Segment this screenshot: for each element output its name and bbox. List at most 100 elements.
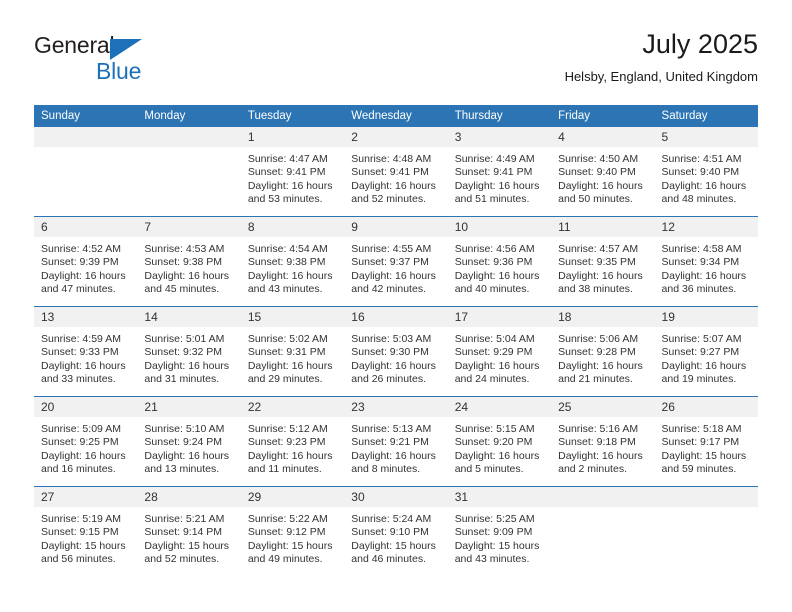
daylight-text: Daylight: 16 hours and 5 minutes. <box>454 449 540 476</box>
sunrise-text: Sunrise: 5:03 AM <box>351 333 432 345</box>
sunset-text: Sunset: 9:10 PM <box>351 526 429 539</box>
sunrise-text: Sunrise: 4:59 AM <box>41 333 121 345</box>
day-cell[interactable]: 4 Sunrise: 4:50 AM Sunset: 9:40 PM Dayli… <box>551 127 655 217</box>
day-cell[interactable]: 17 Sunrise: 5:04 AM Sunset: 9:29 PM Dayl… <box>447 306 552 397</box>
day-cell[interactable]: 11 Sunrise: 4:57 AM Sunset: 9:35 PM Dayl… <box>551 216 655 307</box>
calendar-page: General Blue July 2025 Helsby, England, … <box>0 0 792 612</box>
day-cell[interactable]: 5 Sunrise: 4:51 AM Sunset: 9:40 PM Dayli… <box>654 127 758 217</box>
day-cell[interactable]: 22 Sunrise: 5:12 AM Sunset: 9:23 PM Dayl… <box>240 396 345 487</box>
sunset-text: Sunset: 9:31 PM <box>247 346 326 359</box>
day-cell[interactable]: 16 Sunrise: 5:03 AM Sunset: 9:30 PM Dayl… <box>344 306 448 397</box>
day-cell[interactable]: 28 Sunrise: 5:21 AM Sunset: 9:14 PM Dayl… <box>137 486 241 576</box>
logo-triangle-icon <box>110 39 142 60</box>
sunset-text: Sunset: 9:41 PM <box>454 166 533 179</box>
day-number: 26 <box>654 397 758 417</box>
sunrise-text: Sunrise: 4:47 AM <box>247 153 328 165</box>
sunset-text: Sunset: 9:40 PM <box>558 166 636 179</box>
day-number: 13 <box>34 307 138 327</box>
day-number: 30 <box>344 487 448 507</box>
day-info: Sunrise: 5:15 AM Sunset: 9:20 PM Dayligh… <box>448 417 551 477</box>
day-cell[interactable]: 8 Sunrise: 4:54 AM Sunset: 9:38 PM Dayli… <box>240 216 345 307</box>
day-number: 14 <box>137 307 241 327</box>
sunrise-text: Sunrise: 5:12 AM <box>247 423 328 435</box>
weekday-header-wednesday: Wednesday <box>344 105 448 127</box>
day-info: Sunrise: 5:02 AM Sunset: 9:31 PM Dayligh… <box>241 327 344 387</box>
day-info: Sunrise: 4:50 AM Sunset: 9:40 PM Dayligh… <box>551 147 654 207</box>
day-cell[interactable]: 19 Sunrise: 5:07 AM Sunset: 9:27 PM Dayl… <box>654 306 758 397</box>
sunset-text: Sunset: 9:41 PM <box>351 166 429 179</box>
daylight-text: Daylight: 16 hours and 43 minutes. <box>247 269 333 296</box>
day-cell[interactable]: 20 Sunrise: 5:09 AM Sunset: 9:25 PM Dayl… <box>34 396 138 487</box>
sunset-text: Sunset: 9:41 PM <box>247 166 326 179</box>
day-cell[interactable]: 18 Sunrise: 5:06 AM Sunset: 9:28 PM Dayl… <box>551 306 655 397</box>
sunset-text: Sunset: 9:20 PM <box>454 436 533 449</box>
day-cell[interactable]: 6 Sunrise: 4:52 AM Sunset: 9:39 PM Dayli… <box>34 216 138 307</box>
day-number: 5 <box>654 127 758 147</box>
day-cell[interactable]: 30 Sunrise: 5:24 AM Sunset: 9:10 PM Dayl… <box>344 486 448 576</box>
calendar-week-row: 1 Sunrise: 4:47 AM Sunset: 9:41 PM Dayli… <box>34 127 758 217</box>
day-info: Sunrise: 4:56 AM Sunset: 9:36 PM Dayligh… <box>448 237 551 297</box>
day-info <box>34 147 137 153</box>
day-number: 29 <box>240 487 345 507</box>
day-cell[interactable]: 21 Sunrise: 5:10 AM Sunset: 9:24 PM Dayl… <box>137 396 241 487</box>
sunrise-text: Sunrise: 4:57 AM <box>558 243 639 255</box>
day-cell[interactable]: 1 Sunrise: 4:47 AM Sunset: 9:41 PM Dayli… <box>240 127 345 217</box>
sunset-text: Sunset: 9:38 PM <box>247 256 326 269</box>
sunset-text: Sunset: 9:18 PM <box>558 436 636 449</box>
day-cell[interactable]: 14 Sunrise: 5:01 AM Sunset: 9:32 PM Dayl… <box>137 306 241 397</box>
calendar-table: Sunday Monday Tuesday Wednesday Thursday… <box>34 105 758 576</box>
day-cell[interactable]: 2 Sunrise: 4:48 AM Sunset: 9:41 PM Dayli… <box>344 127 448 217</box>
sunset-text: Sunset: 9:09 PM <box>454 526 533 539</box>
sunset-text: Sunset: 9:29 PM <box>454 346 533 359</box>
day-info: Sunrise: 5:13 AM Sunset: 9:21 PM Dayligh… <box>344 417 447 477</box>
day-cell[interactable]: 31 Sunrise: 5:25 AM Sunset: 9:09 PM Dayl… <box>447 486 552 576</box>
day-number: 10 <box>447 217 552 237</box>
day-number: 6 <box>34 217 138 237</box>
day-cell[interactable]: 23 Sunrise: 5:13 AM Sunset: 9:21 PM Dayl… <box>344 396 448 487</box>
day-info: Sunrise: 5:07 AM Sunset: 9:27 PM Dayligh… <box>655 327 758 387</box>
daylight-text: Daylight: 16 hours and 36 minutes. <box>661 269 747 296</box>
day-cell[interactable]: 7 Sunrise: 4:53 AM Sunset: 9:38 PM Dayli… <box>137 216 241 307</box>
daylight-text: Daylight: 16 hours and 21 minutes. <box>558 359 643 386</box>
day-info: Sunrise: 5:04 AM Sunset: 9:29 PM Dayligh… <box>448 327 551 387</box>
day-cell[interactable] <box>551 486 655 576</box>
daylight-text: Daylight: 16 hours and 40 minutes. <box>454 269 540 296</box>
day-info: Sunrise: 5:10 AM Sunset: 9:24 PM Dayligh… <box>137 417 240 477</box>
day-cell[interactable]: 26 Sunrise: 5:18 AM Sunset: 9:17 PM Dayl… <box>654 396 758 487</box>
sunset-text: Sunset: 9:24 PM <box>144 436 223 449</box>
day-cell[interactable]: 9 Sunrise: 4:55 AM Sunset: 9:37 PM Dayli… <box>344 216 448 307</box>
day-info: Sunrise: 4:54 AM Sunset: 9:38 PM Dayligh… <box>241 237 344 297</box>
day-cell[interactable]: 25 Sunrise: 5:16 AM Sunset: 9:18 PM Dayl… <box>551 396 655 487</box>
calendar-week-row: 6 Sunrise: 4:52 AM Sunset: 9:39 PM Dayli… <box>34 216 758 307</box>
day-cell[interactable]: 3 Sunrise: 4:49 AM Sunset: 9:41 PM Dayli… <box>447 127 552 217</box>
day-cell[interactable]: 12 Sunrise: 4:58 AM Sunset: 9:34 PM Dayl… <box>654 216 758 307</box>
sunset-text: Sunset: 9:28 PM <box>558 346 636 359</box>
day-cell[interactable]: 27 Sunrise: 5:19 AM Sunset: 9:15 PM Dayl… <box>34 486 138 576</box>
day-info: Sunrise: 5:24 AM Sunset: 9:10 PM Dayligh… <box>344 507 447 567</box>
daylight-text: Daylight: 16 hours and 45 minutes. <box>144 269 230 296</box>
day-cell[interactable]: 24 Sunrise: 5:15 AM Sunset: 9:20 PM Dayl… <box>447 396 552 487</box>
daylight-text: Daylight: 16 hours and 42 minutes. <box>351 269 436 296</box>
daylight-text: Daylight: 15 hours and 46 minutes. <box>351 539 436 566</box>
page-subtitle-location: Helsby, England, United Kingdom <box>564 69 758 84</box>
page-header: General Blue July 2025 Helsby, England, … <box>34 28 758 98</box>
day-cell[interactable]: 13 Sunrise: 4:59 AM Sunset: 9:33 PM Dayl… <box>34 306 138 397</box>
sunset-text: Sunset: 9:34 PM <box>661 256 740 269</box>
day-cell[interactable]: 10 Sunrise: 4:56 AM Sunset: 9:36 PM Dayl… <box>447 216 552 307</box>
day-info <box>655 507 758 513</box>
day-number: 4 <box>551 127 655 147</box>
sunrise-text: Sunrise: 5:01 AM <box>144 333 225 345</box>
day-cell[interactable]: 15 Sunrise: 5:02 AM Sunset: 9:31 PM Dayl… <box>240 306 345 397</box>
day-cell[interactable] <box>654 486 758 576</box>
weekday-header-friday: Friday <box>551 105 655 127</box>
day-cell[interactable]: 29 Sunrise: 5:22 AM Sunset: 9:12 PM Dayl… <box>240 486 345 576</box>
calendar-week-row: 20 Sunrise: 5:09 AM Sunset: 9:25 PM Dayl… <box>34 396 758 487</box>
day-number: 28 <box>137 487 241 507</box>
weekday-header-monday: Monday <box>137 105 241 127</box>
day-cell[interactable] <box>34 127 138 217</box>
day-info: Sunrise: 5:09 AM Sunset: 9:25 PM Dayligh… <box>34 417 137 477</box>
sunrise-text: Sunrise: 4:54 AM <box>247 243 328 255</box>
day-number <box>137 127 241 147</box>
day-cell[interactable] <box>137 127 241 217</box>
page-title: July 2025 <box>642 29 758 59</box>
